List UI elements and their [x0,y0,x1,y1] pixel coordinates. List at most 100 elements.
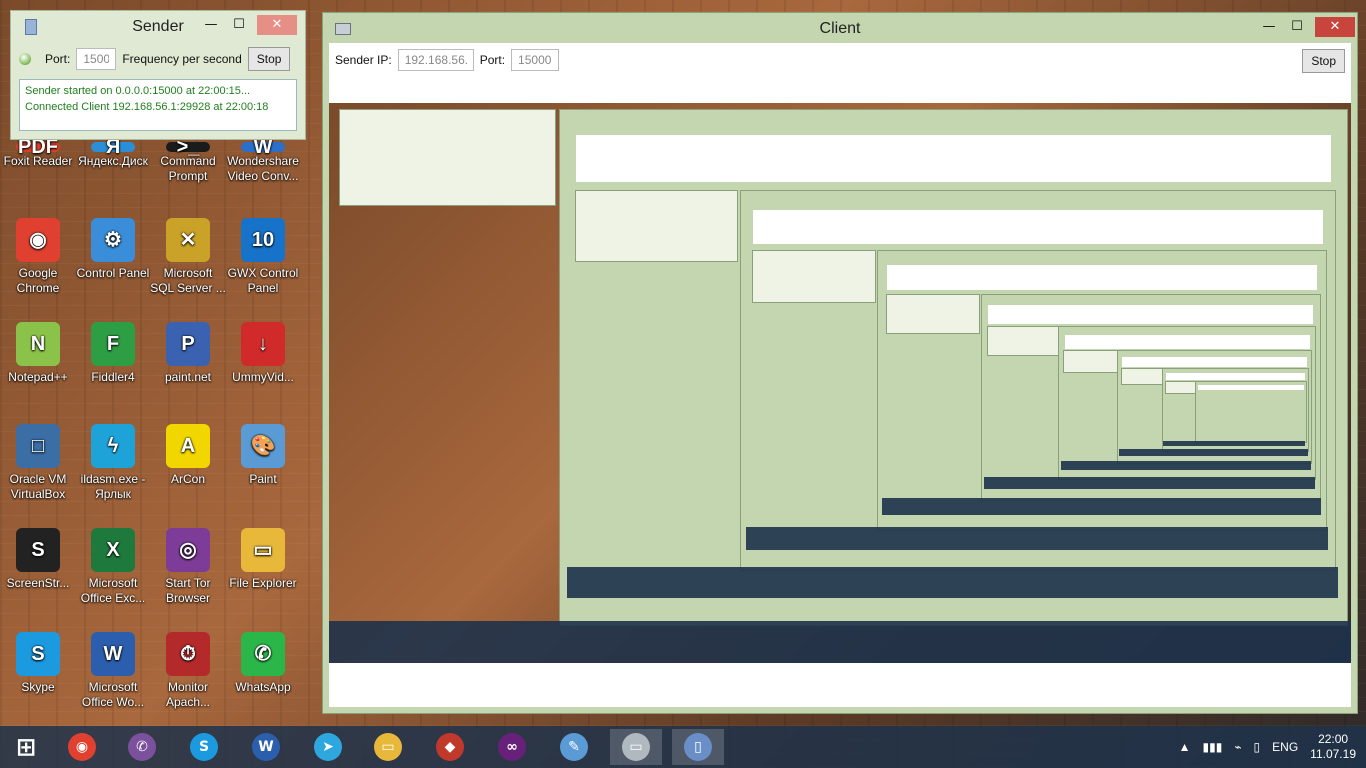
desktop-icon[interactable]: ◉ Google Chrome [0,218,76,296]
stop-button[interactable]: Stop [247,47,291,71]
desktop-icon[interactable]: N Notepad++ [0,322,76,385]
sender-app-icon: ▯ [684,733,712,761]
monitor-apache-icon: ⏱ [166,632,210,676]
sender-ip-label: Sender IP: [335,53,392,67]
desktop-icon[interactable]: Ppaint.net [150,322,226,385]
desktop-icon[interactable]: □ Oracle VM VirtualBox [0,424,76,502]
ildasm-icon: ϟ [91,424,135,468]
desktop-icon[interactable]: S Skype [0,632,76,695]
desktop-icon[interactable]: PDF Foxit Reader [0,137,76,169]
port-input[interactable] [511,49,560,71]
gwx-control-panel-icon: 10 [241,218,285,262]
clock-time: 22:00 [1318,732,1349,746]
desktop-icon-label: Microsoft SQL Server ... [150,266,226,295]
desktop-icon[interactable]: ϟ ildasm.exe - Ярлык [75,424,151,502]
show-hidden-icons-icon[interactable]: ▲ [1179,740,1191,754]
desktop-icon-label: Foxit Reader [3,154,73,168]
desktop-icon[interactable]: ▭ File Explorer [225,528,301,591]
close-button[interactable]: ✕ [257,15,297,35]
mirrored-sender-window [574,190,739,263]
control-panel-icon: ⚙ [91,218,135,262]
desktop-icon[interactable]: 10 GWX Control Panel [225,218,301,296]
taskbar-button[interactable]: ✎ [548,729,600,765]
taskbar-button[interactable]: ▭ [362,729,414,765]
desktop-icon-label: paint.net [164,370,212,384]
mirrored-sender-window [752,249,877,304]
sender-ip-input[interactable] [397,49,474,71]
frequency-label: Frequency per second [122,52,242,66]
minimize-button[interactable]: — [199,15,223,35]
yandex-disk-icon: Я [91,137,135,157]
mirrored-toolbar [1122,356,1307,367]
paintnet-icon: P [166,322,210,366]
desktop-icon[interactable]: F Fiddler4 [75,322,151,385]
arcon-icon: A [166,424,210,468]
telegram-icon: ➤ [314,733,342,761]
desktop-icon[interactable]: >_ Command Prompt [150,137,226,184]
log-line: Connected Client 192.168.56.1:29928 at 2… [25,101,269,113]
desktop-icon-label: UmmyVid... [232,370,294,384]
sender-log: Sender started on 0.0.0.0:15000 at 22:00… [19,79,297,131]
mirrored-toolbar [1165,373,1306,381]
taskbar-button[interactable]: S [178,729,230,765]
close-button[interactable]: ✕ [1315,17,1355,37]
mirrored-toolbar [575,135,1332,182]
taskbar-button[interactable]: W [240,729,292,765]
sender-body: Port: Frequency per second Stop Sender s… [11,41,305,139]
wondershare-icon: W [241,137,285,157]
desktop-icon[interactable]: S ScreenStr... [0,528,76,591]
paint-icon: ✎ [560,733,588,761]
log-line: Sender started on 0.0.0.0:15000 at 22:00… [25,85,251,97]
port-label: Port: [479,53,506,67]
client-window: Client — ☐ ✕ Sender IP: Port: Stop [322,12,1358,714]
stop-button[interactable]: Stop [1302,49,1345,73]
desktop-icon[interactable]: ⏱ Monitor Apach... [150,632,226,710]
desktop-icon[interactable]: X Microsoft Office Exc... [75,528,151,606]
taskbar-button[interactable]: ⊞ [0,729,52,765]
taskbar-button[interactable]: ✆ [116,729,168,765]
desktop-icon[interactable]: ◎ Start Tor Browser [150,528,226,606]
desktop-icon-label: File Explorer [229,576,297,590]
network-icon[interactable]: ▮▮▮ [1203,740,1223,754]
desktop-icon[interactable]: ✕ Microsoft SQL Server ... [150,218,226,296]
mirrored-toolbar [988,305,1313,324]
sender-titlebar[interactable]: Sender — ☐ ✕ [11,11,305,41]
desktop-icon-label: Microsoft Office Wo... [81,680,145,709]
client-titlebar[interactable]: Client — ☐ ✕ [323,13,1357,43]
desktop-icon[interactable]: ↓ UmmyVid... [225,322,301,385]
word-icon: W [252,733,280,761]
mirrored-sender-window [1164,380,1197,394]
sender-window: Sender — ☐ ✕ Port: Frequency per second … [10,10,306,140]
mirrored-taskbar [1119,449,1308,457]
desktop-icon[interactable]: A ArCon [150,424,226,487]
desktop-icon-label: Яндекс.Диск [78,154,148,168]
taskbar-button[interactable]: ∞ [486,729,538,765]
desktop-icon[interactable]: ✆ WhatsApp [225,632,301,695]
desktop-icon-label: ArCon [170,472,205,486]
taskbar-button[interactable]: ◉ [56,729,108,765]
desktop-icon[interactable]: W Microsoft Office Wo... [75,632,151,710]
maximize-button[interactable]: ☐ [1285,17,1309,37]
command-prompt-icon: >_ [166,137,210,157]
port-input[interactable] [76,48,117,70]
maximize-button[interactable]: ☐ [227,15,251,35]
desktop-icon[interactable]: W Wondershare Video Conv... [225,137,301,184]
battery-icon[interactable]: ▯ [1254,740,1261,754]
taskbar-button[interactable]: ➤ [302,729,354,765]
desktop-icon[interactable]: 🎨 Paint [225,424,301,487]
mirrored-sender-window [987,326,1059,357]
paint-icon: 🎨 [241,424,285,468]
client-app-icon: ▭ [622,733,650,761]
desktop-icon[interactable]: ⚙ Control Panel [75,218,151,281]
mirrored-toolbar [887,264,1318,290]
desktop-icon[interactable]: Я Яндекс.Диск [75,137,151,169]
mirrored-taskbar [983,476,1316,490]
minimize-button[interactable]: — [1257,17,1281,37]
mirrored-taskbar [566,567,1338,599]
clock[interactable]: 22:00 11.07.19 [1310,732,1356,762]
taskbar-button[interactable]: ▯ [672,729,724,765]
connection-icon[interactable]: ⌁ [1234,740,1241,754]
taskbar-button[interactable]: ◆ [424,729,476,765]
taskbar-button[interactable]: ▭ [610,729,662,765]
language-indicator[interactable]: ENG [1272,740,1298,754]
